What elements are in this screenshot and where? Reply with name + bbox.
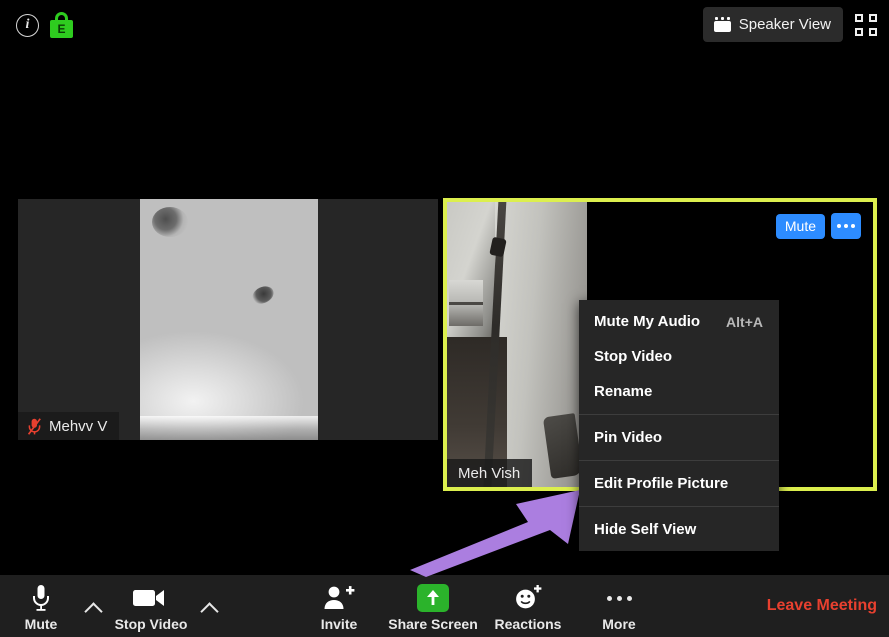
toolbar-button-more[interactable]: More [580, 583, 658, 632]
tile-hover-controls: Mute [776, 213, 861, 239]
meeting-toolbar: Mute Stop Video [0, 575, 889, 637]
leave-meeting-button[interactable]: Leave Meeting [767, 597, 877, 615]
annotation-arrow-icon [408, 482, 588, 580]
tile-mute-button[interactable]: Mute [776, 214, 825, 239]
menu-item-label: Edit Profile Picture [594, 475, 728, 492]
video-camera-icon [133, 583, 169, 613]
remote-video-feed [140, 199, 318, 440]
fullscreen-icon[interactable] [855, 14, 877, 36]
menu-item-label: Pin Video [594, 429, 662, 446]
menu-item-shortcut: Alt+A [726, 314, 763, 330]
speaker-view-button[interactable]: Speaker View [703, 7, 843, 42]
menu-item-pin-video[interactable]: Pin Video [579, 420, 779, 455]
menu-item-label: Mute My Audio [594, 313, 700, 330]
toolbar-button-invite[interactable]: Invite [300, 583, 378, 632]
menu-item-stop-video[interactable]: Stop Video [579, 339, 779, 374]
menu-item-label: Hide Self View [594, 521, 696, 538]
toolbar-label-share-screen: Share Screen [388, 616, 478, 632]
video-options-caret-icon[interactable] [199, 597, 221, 619]
menu-item-label: Rename [594, 383, 652, 400]
self-video-feed [447, 202, 587, 487]
participant-tile-remote[interactable]: Mehvv V [18, 199, 438, 440]
menu-separator [579, 460, 779, 461]
lock-letter: E [50, 20, 73, 38]
toolbar-button-reactions[interactable]: Reactions [489, 583, 567, 632]
speaker-view-icon [714, 17, 731, 32]
self-name-label: Meh Vish [458, 465, 520, 482]
menu-item-hide-self-view[interactable]: Hide Self View [579, 512, 779, 547]
tile-more-options-button[interactable] [831, 213, 861, 239]
toolbar-label-reactions: Reactions [495, 616, 562, 632]
share-screen-icon [417, 583, 449, 613]
self-name-tag: Meh Vish [447, 459, 532, 487]
zoom-meeting-window: i E Speaker View [0, 0, 889, 637]
toolbar-button-stop-video[interactable]: Stop Video [112, 583, 190, 632]
video-stage: Mehvv V Meh Vish Mute [0, 50, 889, 575]
toolbar-label-invite: Invite [321, 616, 358, 632]
encryption-lock-icon[interactable]: E [50, 12, 73, 38]
meeting-info-icon[interactable]: i [16, 14, 39, 37]
menu-item-edit-profile-picture[interactable]: Edit Profile Picture [579, 466, 779, 501]
toolbar-button-share-screen[interactable]: Share Screen [394, 583, 472, 632]
meeting-top-bar: i E Speaker View [0, 0, 889, 50]
toolbar-label-more: More [602, 616, 635, 632]
participant-name-tag: Mehvv V [18, 412, 119, 440]
microphone-icon [31, 583, 51, 613]
menu-item-rename[interactable]: Rename [579, 374, 779, 409]
mute-options-caret-icon[interactable] [83, 597, 105, 619]
speaker-view-label: Speaker View [739, 16, 831, 33]
participant-context-menu: Mute My Audio Alt+A Stop Video Rename Pi… [579, 300, 779, 551]
menu-separator [579, 506, 779, 507]
menu-item-label: Stop Video [594, 348, 672, 365]
toolbar-label-stop-video: Stop Video [115, 616, 188, 632]
menu-item-mute-my-audio[interactable]: Mute My Audio Alt+A [579, 304, 779, 339]
reactions-smiley-icon [513, 583, 543, 613]
toolbar-button-mute[interactable]: Mute [2, 583, 80, 632]
participant-name-label: Mehvv V [49, 418, 107, 435]
menu-separator [579, 414, 779, 415]
toolbar-label-mute: Mute [25, 616, 58, 632]
add-person-icon [323, 583, 355, 613]
muted-microphone-icon [28, 418, 41, 435]
ellipsis-icon [607, 583, 632, 613]
